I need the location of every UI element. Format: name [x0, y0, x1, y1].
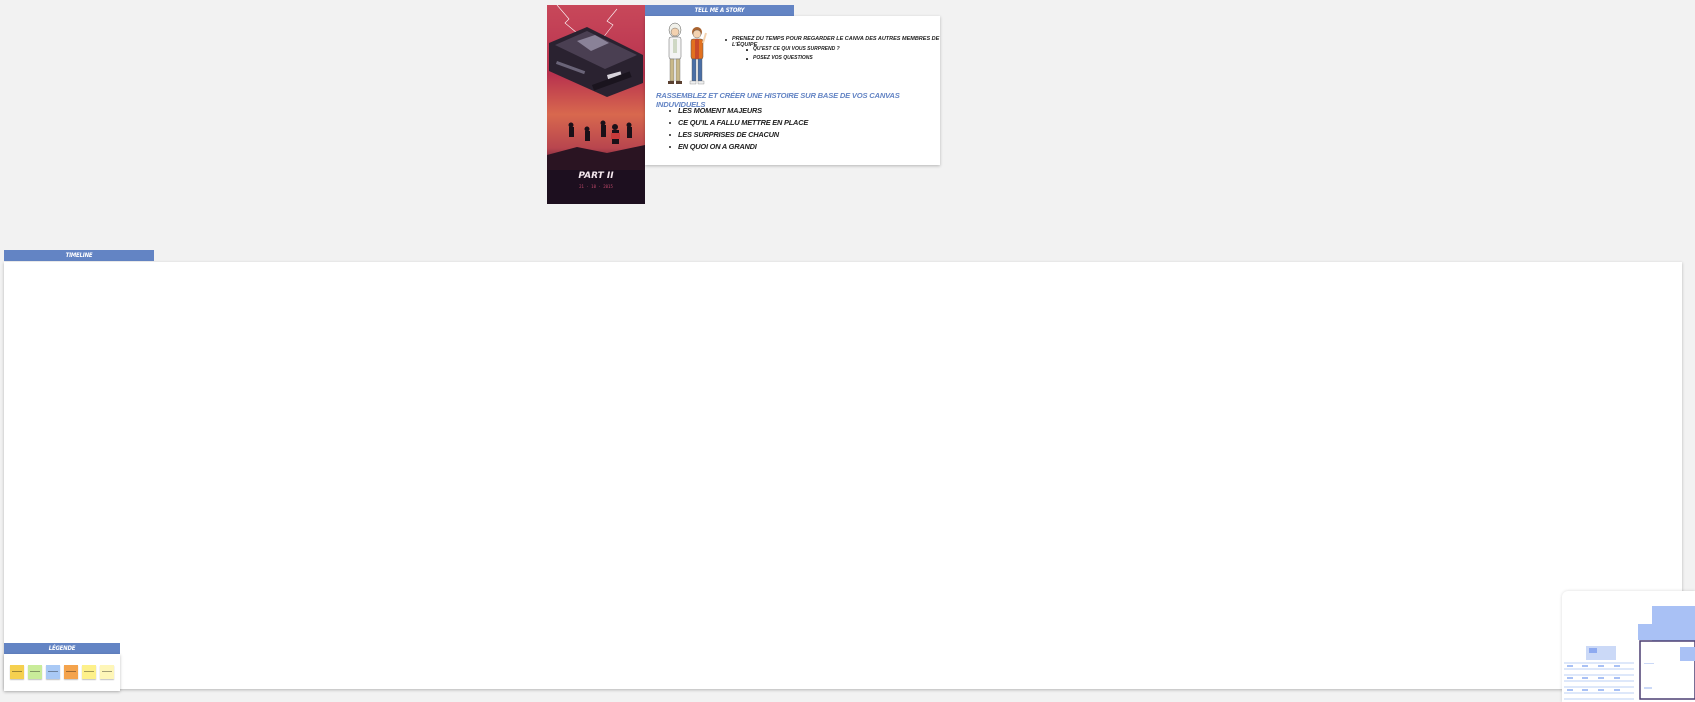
timeline-frame[interactable]: [4, 262, 1682, 689]
sticky-note-pale-yellow[interactable]: [100, 665, 114, 679]
legend-frame[interactable]: [4, 654, 120, 691]
poster-subtitle: 21 · 10 · 2015: [579, 184, 613, 189]
list-item-mise-en-place: Ce qu’il a fallu mettre en place: [678, 118, 809, 127]
poster-title: PART II: [578, 171, 614, 181]
doc-and-marty-illustration: [668, 22, 707, 85]
sticky-note-light-yellow[interactable]: [82, 665, 96, 679]
story-frame[interactable]: Prenez du temps pour regarder le canva d…: [645, 16, 940, 165]
minimap-content: [1564, 606, 1695, 700]
board-minimap[interactable]: [1562, 591, 1695, 702]
sub-bullet-questions: Posez vos questions: [753, 55, 813, 61]
list-item-moments: Les moment majeurs: [678, 106, 762, 115]
sticky-note-green[interactable]: [28, 665, 42, 679]
sticky-note-blue[interactable]: [46, 665, 60, 679]
sub-bullet-surprise: Qu’est ce qui vous surprend ?: [753, 46, 840, 52]
list-item-surprises: Les surprises de chacun: [678, 130, 779, 139]
legend-frame-tab[interactable]: Légende: [4, 643, 120, 654]
story-frame-tab[interactable]: Tell me a story: [645, 5, 794, 16]
list-item-grandi: En quoi on a grandi: [678, 142, 757, 151]
back-to-the-future-poster[interactable]: PART II 21 · 10 · 2015: [547, 5, 645, 204]
sticky-note-yellow[interactable]: [10, 665, 24, 679]
sticky-note-orange[interactable]: [64, 665, 78, 679]
timeline-frame-tab[interactable]: Timeline: [4, 250, 154, 261]
